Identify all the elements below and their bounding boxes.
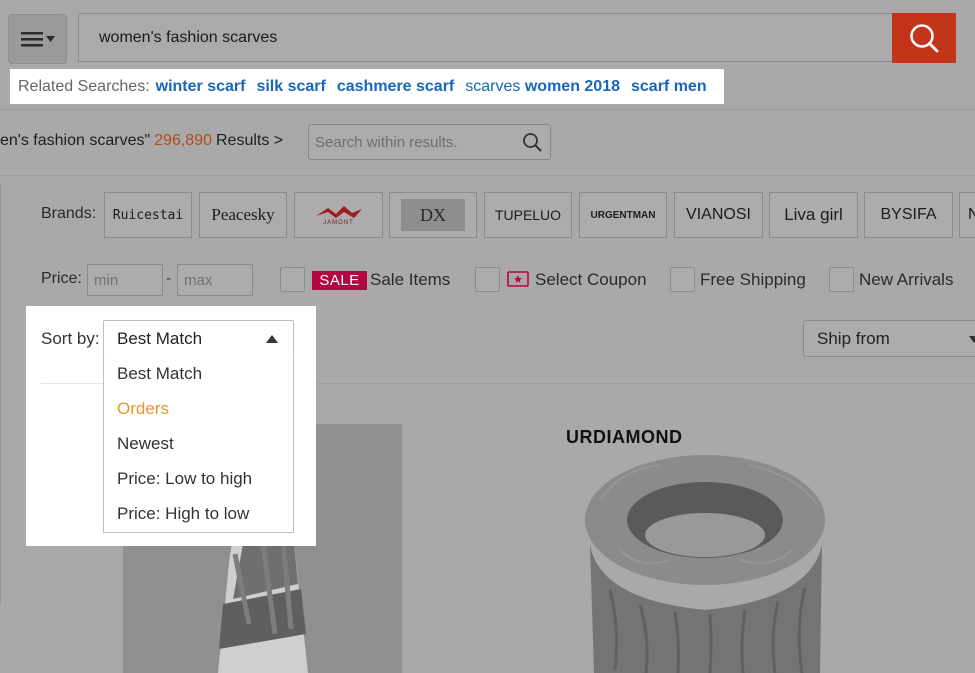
sale-badge: SALE — [312, 271, 367, 290]
product-brand-label: URDIAMOND — [566, 427, 683, 447]
sort-selected-value: Best Match — [117, 328, 203, 348]
brand-ruicestai[interactable]: Ruicestai — [104, 192, 192, 238]
brands-label: Brands: — [41, 205, 97, 222]
related-link-cashmere-scarf[interactable]: cashmere scarf — [337, 78, 454, 96]
search-within-placeholder: Search within results. — [315, 133, 458, 151]
brand-tupeluo[interactable]: TUPELUO — [484, 192, 572, 238]
brand-peacesky[interactable]: Peacesky — [199, 192, 287, 238]
related-searches: Related Searches: winter scarf silk scar… — [10, 69, 724, 104]
free-shipping-checkbox[interactable] — [670, 267, 695, 292]
search-within-input[interactable]: Search within results. — [308, 124, 551, 160]
hamburger-icon — [20, 32, 43, 47]
divider — [0, 175, 975, 176]
results-query: en's fashion scarves" — [0, 132, 151, 149]
new-arrivals-checkbox[interactable] — [829, 267, 854, 292]
jamont-logo-icon — [315, 206, 362, 218]
related-link-scarves-women-2018[interactable]: scarves women 2018 — [465, 78, 620, 96]
sort-option-price-low-high[interactable]: Price: Low to high — [104, 461, 293, 496]
coupon-icon — [507, 271, 529, 287]
sort-option-orders[interactable]: Orders — [104, 391, 293, 426]
search-input[interactable]: women's fashion scarves — [78, 13, 892, 62]
brand-dx[interactable]: DX — [389, 192, 477, 238]
search-button[interactable] — [892, 13, 956, 63]
related-link-winter-scarf[interactable]: winter scarf — [156, 78, 246, 96]
product-image-knit-snood[interactable] — [580, 450, 835, 673]
search-query: women's fashion scarves — [99, 28, 278, 46]
brand-urgentman[interactable]: URGENTMAN — [579, 192, 667, 238]
sale-items-label[interactable]: Sale Items — [370, 270, 450, 290]
sort-dropdown-menu: Best Match Orders Newest Price: Low to h… — [103, 356, 294, 533]
sort-option-best-match[interactable]: Best Match — [104, 356, 293, 391]
ship-from-select[interactable]: Ship from — [803, 320, 975, 357]
results-summary: en's fashion scarves" 296,890 Results > — [0, 129, 283, 153]
select-coupon-checkbox[interactable] — [475, 267, 500, 292]
free-shipping-label[interactable]: Free Shipping — [700, 270, 806, 290]
search-icon[interactable] — [522, 132, 542, 152]
divider — [41, 383, 103, 384]
caret-down-icon — [969, 336, 975, 343]
brand-bysifa[interactable]: BYSIFA — [864, 192, 953, 238]
caret-down-icon — [45, 36, 55, 42]
caret-up-icon — [266, 335, 278, 343]
sort-label: Sort by: — [41, 329, 100, 348]
menu-button[interactable] — [8, 14, 67, 64]
ship-from-label: Ship from — [817, 328, 890, 348]
brand-jamont[interactable]: JAMONT — [294, 192, 383, 238]
related-link-scarf-men[interactable]: scarf men — [631, 78, 707, 96]
select-coupon-label[interactable]: Select Coupon — [535, 270, 647, 290]
related-searches-label: Related Searches: — [18, 77, 150, 95]
sort-option-newest[interactable]: Newest — [104, 426, 293, 461]
brand-liva-girl[interactable]: Liva girl — [769, 192, 858, 238]
divider — [316, 383, 975, 384]
price-label: Price: — [41, 270, 82, 287]
divider — [0, 109, 975, 110]
sort-option-price-high-low[interactable]: Price: High to low — [104, 496, 293, 531]
price-max-input[interactable]: max — [177, 264, 253, 296]
results-suffix: Results > — [215, 132, 284, 149]
results-count: 296,890 — [154, 132, 212, 149]
search-icon — [910, 24, 939, 53]
sort-select[interactable]: Best Match — [103, 320, 294, 357]
price-min-input[interactable]: min — [87, 264, 163, 296]
related-link-silk-scarf[interactable]: silk scarf — [256, 78, 325, 96]
brand-next[interactable]: N — [959, 192, 975, 238]
divider — [0, 185, 1, 605]
dx-logo: DX — [401, 199, 465, 231]
sale-items-checkbox[interactable] — [280, 267, 305, 292]
new-arrivals-label[interactable]: New Arrivals — [859, 270, 953, 290]
price-dash: - — [166, 270, 171, 287]
brand-vianosi[interactable]: VIANOSI — [674, 192, 763, 238]
